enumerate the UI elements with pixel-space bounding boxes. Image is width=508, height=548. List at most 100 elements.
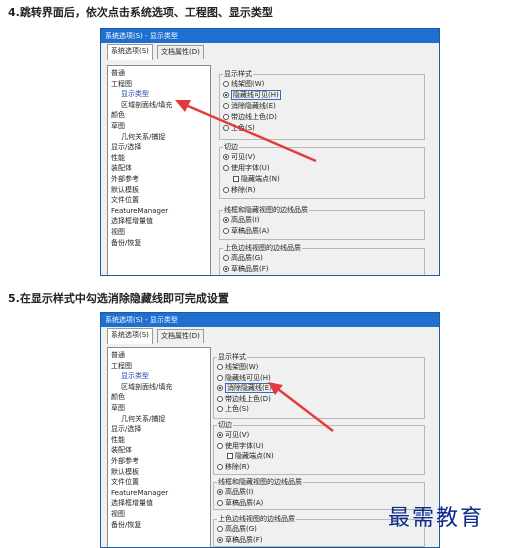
option-radio[interactable]: 带边线上色(D) [217,394,271,404]
tab-system-options[interactable]: 系统选项(S) [107,328,153,344]
checkbox-icon[interactable] [227,453,233,459]
option-label: 消除隐藏线(E) [225,383,274,393]
option-radio[interactable]: 上色(S) [223,123,255,133]
tree-item[interactable]: 草图 [111,403,207,414]
radio-icon[interactable] [223,103,229,109]
option-label: 隐藏端点(N) [235,452,274,460]
step4-tangent-label: 切边 [223,142,239,152]
tree-item[interactable]: 性能 [111,435,207,446]
option-radio[interactable]: 线架图(W) [223,79,264,89]
radio-icon[interactable] [223,125,229,131]
option-radio[interactable]: 高品质(I) [217,487,254,497]
option-radio[interactable]: 上色(S) [217,404,249,414]
tree-item[interactable]: 区域剖面线/填充 [111,100,207,111]
tree-item[interactable]: 普通 [111,350,207,361]
checkbox-icon[interactable] [233,176,239,182]
radio-icon[interactable] [217,442,223,449]
option-label: 高品质(G) [231,254,263,262]
radio-icon[interactable] [217,406,223,412]
step4-window-title: 系统选项(S) - 显示类型 [101,29,439,43]
radio-icon[interactable] [223,154,229,160]
option-radio[interactable]: 可见(V) [217,430,249,440]
tree-item[interactable]: 默认模板 [111,467,207,478]
option-radio[interactable]: 消除隐藏线(E) [217,383,274,393]
tree-item[interactable]: 几何关系/捕捉 [111,414,207,425]
tree-item[interactable]: FeatureManager [111,488,207,499]
tab-document-properties[interactable]: 文档属性(D) [157,329,204,343]
tree-item[interactable]: 装配体 [111,163,207,174]
tree-item[interactable]: 显示类型 [111,371,207,382]
option-radio[interactable]: 隐藏线可见(H) [217,373,271,383]
radio-icon[interactable] [223,187,229,193]
option-radio[interactable]: 高品质(G) [217,524,257,534]
radio-icon[interactable] [217,364,223,370]
tree-item[interactable]: 视图 [111,509,207,520]
radio-icon[interactable] [223,228,229,234]
radio-icon[interactable] [217,489,223,495]
tree-item[interactable]: 草图 [111,121,207,132]
tree-item[interactable]: 工程图 [111,79,207,90]
tree-item[interactable]: 选择框增量值 [111,216,207,227]
tree-item[interactable]: 默认模板 [111,185,207,196]
option-radio[interactable]: 使用字体(U) [223,163,270,173]
option-radio[interactable]: 移除(R) [217,462,249,472]
option-radio[interactable]: 草稿品质(F) [217,535,263,545]
tree-item[interactable]: 显示类型 [111,89,207,100]
tree-item[interactable]: 工程图 [111,361,207,372]
tree-item[interactable]: 颜色 [111,110,207,121]
tree-item[interactable]: 外部参考 [111,456,207,467]
option-radio[interactable]: 移除(R) [223,185,255,195]
option-radio[interactable]: 草稿品质(A) [217,498,263,508]
tree-item[interactable]: 文件位置 [111,195,207,206]
tree-item[interactable]: 显示/选择 [111,424,207,435]
option-radio[interactable]: 隐藏线可见(H) [223,90,281,100]
option-radio[interactable]: 带边线上色(D) [223,112,277,122]
tree-item[interactable]: 选择框增量值 [111,498,207,509]
option-radio[interactable]: 高品质(I) [223,215,260,225]
radio-icon[interactable] [217,395,223,402]
radio-icon[interactable] [217,526,223,532]
radio-icon[interactable] [223,165,229,171]
tree-item[interactable]: 性能 [111,153,207,164]
tree-item[interactable]: 颜色 [111,392,207,403]
radio-icon[interactable] [223,92,229,98]
radio-icon[interactable] [217,432,223,438]
tab-document-properties[interactable]: 文档属性(D) [157,45,204,59]
option-radio[interactable]: 消除隐藏线(E) [223,101,276,111]
step5-tabs: 系统选项(S) 文档属性(D) [101,327,439,344]
tree-item[interactable]: 普通 [111,68,207,79]
radio-icon[interactable] [217,463,223,470]
radio-icon[interactable] [217,374,223,381]
tree-item[interactable]: 文件位置 [111,477,207,488]
option-label: 上色(S) [231,124,255,132]
radio-icon[interactable] [223,217,229,223]
radio-icon[interactable] [223,255,229,261]
option-label: 可见(V) [225,431,250,439]
option-radio[interactable]: 草稿品质(A) [223,226,269,236]
option-radio[interactable]: 草稿品质(F) [223,264,269,274]
tab-system-options[interactable]: 系统选项(S) [107,44,153,60]
option-radio[interactable]: 线架图(W) [217,362,258,372]
tree-item[interactable]: FeatureManager [111,206,207,217]
tree-item[interactable]: 区域剖面线/填充 [111,382,207,393]
radio-icon[interactable] [223,81,229,87]
radio-icon[interactable] [223,266,229,272]
option-label: 线架图(W) [225,363,259,371]
radio-icon[interactable] [217,536,223,543]
tree-item[interactable]: 备份/恢复 [111,520,207,531]
tree-item[interactable]: 外部参考 [111,174,207,185]
tree-item[interactable]: 备份/恢复 [111,238,207,249]
option-radio[interactable]: 高品质(G) [223,253,263,263]
radio-icon[interactable] [217,385,223,391]
tree-item[interactable]: 视图 [111,227,207,238]
tree-item[interactable]: 几何关系/捕捉 [111,132,207,143]
option-checkbox[interactable]: 隐藏端点(N) [227,451,274,461]
option-radio[interactable]: 使用字体(U) [217,441,264,451]
option-label: 带边线上色(D) [225,394,271,403]
tree-item[interactable]: 装配体 [111,445,207,456]
option-radio[interactable]: 可见(V) [223,152,255,162]
option-checkbox[interactable]: 隐藏端点(N) [233,174,280,184]
radio-icon[interactable] [217,499,223,506]
tree-item[interactable]: 显示/选择 [111,142,207,153]
radio-icon[interactable] [223,114,229,120]
